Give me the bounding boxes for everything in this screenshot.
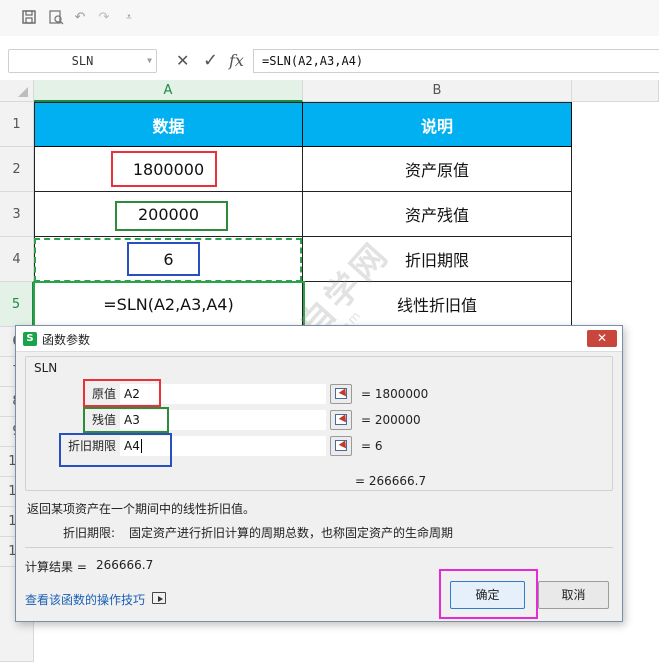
arg-help-label: 折旧期限: — [63, 526, 116, 540]
name-box[interactable]: SLN ▼ — [8, 49, 157, 73]
annotation-box-blue — [127, 242, 200, 276]
arg-result-life: = 6 — [361, 439, 383, 453]
collapse-dialog-button-cost[interactable] — [330, 384, 352, 404]
app-logo-icon: S — [23, 332, 37, 346]
dialog-titlebar: S 函数参数 ✕ — [16, 326, 622, 352]
name-box-value: SLN — [71, 54, 94, 68]
function-name: SLN — [34, 361, 58, 375]
video-tutorial-icon[interactable] — [152, 592, 166, 604]
insert-function-icon[interactable]: fx — [229, 50, 244, 72]
chevron-down-icon[interactable]: ▼ — [147, 50, 152, 72]
column-header-c[interactable] — [572, 80, 659, 102]
redo-icon[interactable]: ↷ — [95, 9, 113, 27]
function-arguments-dialog: S 函数参数 ✕ SLN 原值 A2 = 1800000 残值 A3 = 200… — [15, 325, 623, 622]
cell-b3[interactable]: 资产残值 — [303, 192, 572, 237]
row-header-1[interactable]: 1 — [0, 102, 34, 147]
arg-result-cost: = 1800000 — [361, 387, 429, 401]
arg-help-text: 固定资产进行折旧计算的周期总数，也称固定资产的生命周期 — [129, 526, 454, 540]
row-header-2[interactable]: 2 — [0, 147, 34, 192]
annotation-box-green — [83, 407, 169, 433]
cell-b1[interactable]: 说明 — [303, 102, 572, 147]
annotation-box-red — [111, 151, 217, 187]
cell-b2[interactable]: 资产原值 — [303, 147, 572, 192]
select-all-triangle-icon — [18, 87, 28, 97]
row-header-4[interactable]: 4 — [0, 237, 34, 282]
row-header-3[interactable]: 3 — [0, 192, 34, 237]
function-description: 返回某项资产在一个期间中的线性折旧值。 — [27, 502, 256, 516]
select-all-corner[interactable] — [0, 80, 34, 102]
collapse-dialog-button-life[interactable] — [330, 436, 352, 456]
result-value: 266666.7 — [96, 558, 154, 572]
annotation-box-blue — [59, 433, 172, 467]
confirm-icon[interactable]: ✓ — [203, 50, 218, 72]
arg-result-salvage: = 200000 — [361, 413, 421, 427]
result-label: 计算结果 = — [25, 560, 87, 574]
annotation-box-green — [115, 201, 228, 231]
active-cell-indicator — [33, 281, 305, 328]
collapse-dialog-button-salvage[interactable] — [330, 410, 352, 430]
row-header-5[interactable]: 5 — [0, 282, 34, 327]
column-header-b[interactable]: B — [303, 80, 572, 102]
dialog-title: 函数参数 — [42, 333, 91, 347]
divider — [25, 547, 613, 548]
cancel-icon[interactable]: ✕ — [176, 50, 189, 72]
save-icon[interactable] — [20, 9, 38, 27]
formula-input[interactable]: =SLN(A2,A3,A4) — [253, 49, 659, 73]
close-icon[interactable]: ✕ — [587, 330, 617, 347]
help-link[interactable]: 查看该函数的操作技巧 — [25, 591, 145, 608]
annotation-box-red — [83, 379, 161, 407]
print-preview-icon[interactable] — [47, 9, 65, 27]
undo-icon[interactable]: ↶ — [71, 9, 89, 27]
annotation-box-magenta — [439, 569, 538, 619]
cell-a1[interactable]: 数据 — [34, 102, 303, 147]
column-header-a[interactable]: A — [34, 80, 303, 102]
quick-access-toolbar: ↶ ↷ ⩡ — [0, 0, 659, 36]
cancel-button[interactable]: 取消 — [538, 581, 609, 609]
formula-total: = 266666.7 — [355, 474, 427, 488]
customize-icon[interactable]: ⩡ — [120, 9, 138, 27]
